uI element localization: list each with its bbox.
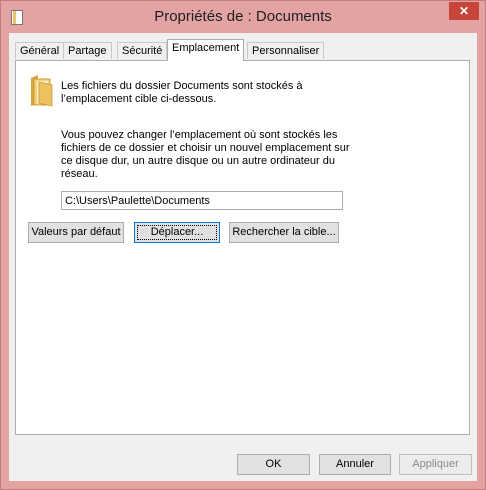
apply-button[interactable]: Appliquer — [399, 454, 472, 475]
close-button[interactable]: ✕ — [449, 2, 479, 20]
location-description: Les fichiers du dossier Documents sont s… — [61, 80, 303, 105]
tab-general[interactable]: Général — [15, 42, 65, 59]
target-path-input[interactable] — [61, 191, 343, 210]
move-button[interactable]: Déplacer... — [134, 222, 220, 243]
properties-window: Propriétés de : Documents ✕ Général Part… — [0, 0, 486, 490]
folder-icon — [31, 75, 53, 107]
ok-button[interactable]: OK — [237, 454, 310, 475]
window-title: Propriétés de : Documents — [154, 8, 332, 25]
title-bar[interactable]: Propriétés de : Documents ✕ — [1, 1, 485, 33]
dialog-client: Général Partage Sécurité Emplacement Per… — [9, 33, 477, 481]
restore-default-button[interactable]: Valeurs par défaut — [28, 222, 124, 243]
tab-sharing[interactable]: Partage — [63, 42, 112, 59]
tab-customize[interactable]: Personnaliser — [247, 42, 325, 59]
tab-location[interactable]: Emplacement — [167, 39, 245, 61]
tab-security[interactable]: Sécurité — [117, 42, 168, 59]
move-instructions: Vous pouvez changer l’emplacement où son… — [61, 129, 350, 180]
find-target-button[interactable]: Rechercher la cible... — [229, 222, 339, 243]
cancel-button[interactable]: Annuler — [319, 454, 391, 475]
close-icon: ✕ — [458, 4, 470, 18]
location-panel: Les fichiers du dossier Documents sont s… — [15, 60, 470, 435]
